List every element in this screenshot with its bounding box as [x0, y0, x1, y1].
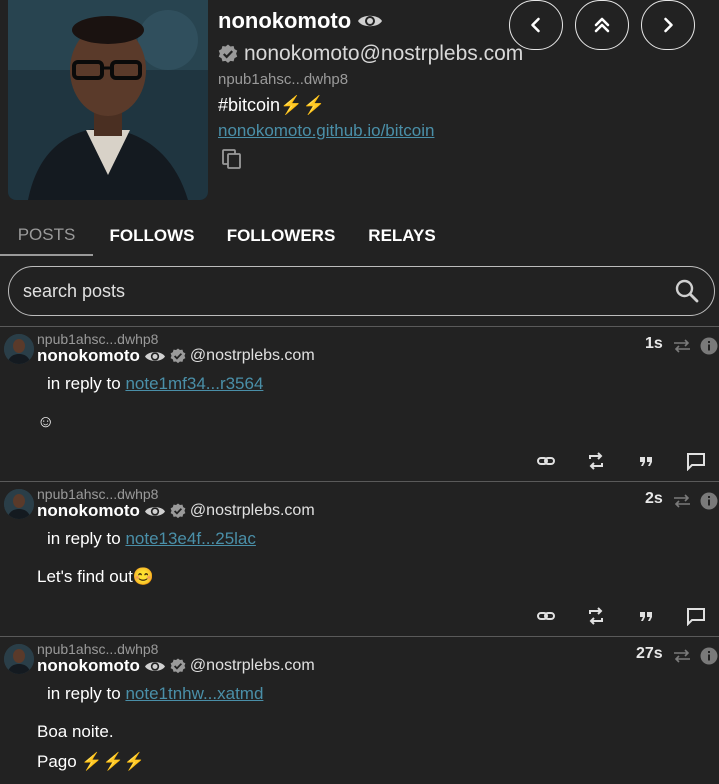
post-avatar[interactable] [4, 644, 34, 674]
chevron-right-icon [664, 17, 673, 33]
post-body-line: Boa noite. [37, 722, 114, 741]
post-body: Let's find out😊 [37, 562, 154, 592]
link-icon[interactable] [536, 451, 556, 471]
repost-indicator-icon [674, 494, 690, 508]
verified-badge-icon [170, 503, 186, 519]
profile-nip05-text: nonokomoto@nostrplebs.com [244, 42, 524, 65]
verified-badge-icon [170, 658, 186, 674]
post-npub[interactable]: npub1ahsc...dwhp8 [37, 486, 158, 502]
quote-icon[interactable] [636, 451, 656, 471]
info-icon[interactable] [700, 647, 718, 665]
reply-note-link[interactable]: note13e4f...25lac [125, 529, 255, 548]
post-time[interactable]: 27s [636, 645, 663, 663]
post-time[interactable]: 2s [645, 490, 663, 508]
post-npub[interactable]: npub1ahsc...dwhp8 [37, 641, 158, 657]
reply-line: in reply to note1tnhw...xatmd [47, 684, 263, 704]
eye-icon [144, 506, 165, 516]
post-body-line: ☺ [37, 412, 55, 431]
post-item: npub1ahsc...dwhp8 nonokomoto @nostrplebs… [0, 326, 719, 481]
forward-button[interactable] [641, 0, 695, 50]
tab-follows[interactable]: FOLLOWS [93, 216, 211, 256]
repost-indicator-icon [674, 339, 690, 353]
profile-npub: npub1ahsc...dwhp8 [218, 71, 349, 88]
post-author[interactable]: nonokomoto @nostrplebs.com [37, 501, 315, 521]
profile-website-link[interactable]: nonokomoto.github.io/bitcoin [218, 121, 434, 141]
post-npub[interactable]: npub1ahsc...dwhp8 [37, 331, 158, 347]
double-chevron-up-icon [594, 17, 610, 33]
search-input[interactable] [23, 280, 674, 302]
post-body: ☺ [37, 407, 54, 437]
post-item: npub1ahsc...dwhp8 nonokomoto @nostrplebs… [0, 636, 719, 784]
quote-icon[interactable] [636, 606, 656, 626]
repost-icon[interactable] [586, 606, 606, 626]
repost-icon[interactable] [586, 451, 606, 471]
info-icon[interactable] [700, 492, 718, 510]
tab-relays[interactable]: RELAYS [351, 216, 453, 256]
reply-line: in reply to note13e4f...25lac [47, 529, 256, 549]
profile-name-text: nonokomoto [218, 8, 352, 33]
profile-tabs: POSTS FOLLOWS FOLLOWERS RELAYS [0, 216, 719, 256]
scroll-top-button[interactable] [575, 0, 629, 50]
post-body-line: Let's find out😊 [37, 567, 155, 586]
post-author-name: nonokomoto [37, 346, 140, 365]
info-icon[interactable] [700, 337, 718, 355]
post-body: Boa noite. Pago ⚡⚡⚡ [37, 717, 145, 777]
reply-prefix: in reply to [47, 374, 126, 393]
profile-nip05: nonokomoto@nostrplebs.com [218, 42, 523, 66]
eye-icon [144, 351, 165, 361]
profile-about: #bitcoin⚡⚡ [218, 95, 325, 115]
repost-indicator-icon [674, 649, 690, 663]
reply-line: in reply to note1mf34...r3564 [47, 374, 263, 394]
post-time[interactable]: 1s [645, 335, 663, 353]
post-author[interactable]: nonokomoto @nostrplebs.com [37, 656, 315, 676]
post-author-domain: @nostrplebs.com [189, 502, 315, 519]
post-author-domain: @nostrplebs.com [189, 657, 315, 674]
chevron-left-icon [531, 17, 540, 33]
post-item: npub1ahsc...dwhp8 nonokomoto @nostrplebs… [0, 481, 719, 636]
reply-icon[interactable] [686, 451, 706, 471]
post-avatar[interactable] [4, 489, 34, 519]
reply-prefix: in reply to [47, 529, 126, 548]
back-button[interactable] [509, 0, 563, 50]
post-actions [0, 606, 719, 626]
link-icon[interactable] [536, 606, 556, 626]
reply-note-link[interactable]: note1mf34...r3564 [125, 374, 263, 393]
tab-followers[interactable]: FOLLOWERS [211, 216, 351, 256]
search-bar [8, 266, 715, 316]
reply-note-link[interactable]: note1tnhw...xatmd [125, 684, 263, 703]
eye-icon[interactable] [357, 12, 383, 30]
post-author-name: nonokomoto [37, 501, 140, 520]
post-actions [0, 451, 719, 471]
eye-icon [144, 661, 165, 671]
copy-icon[interactable] [221, 148, 243, 170]
post-author-domain: @nostrplebs.com [189, 347, 315, 364]
reply-icon[interactable] [686, 606, 706, 626]
post-author[interactable]: nonokomoto @nostrplebs.com [37, 346, 315, 366]
post-author-name: nonokomoto [37, 656, 140, 675]
post-body-line: Pago ⚡⚡⚡ [37, 752, 145, 771]
tab-posts[interactable]: POSTS [0, 216, 93, 256]
profile-name: nonokomoto [218, 8, 383, 34]
post-avatar[interactable] [4, 334, 34, 364]
verified-badge-icon [170, 348, 186, 364]
profile-avatar [8, 0, 208, 200]
search-icon[interactable] [674, 278, 700, 304]
reply-prefix: in reply to [47, 684, 126, 703]
verified-badge-icon [218, 44, 238, 63]
